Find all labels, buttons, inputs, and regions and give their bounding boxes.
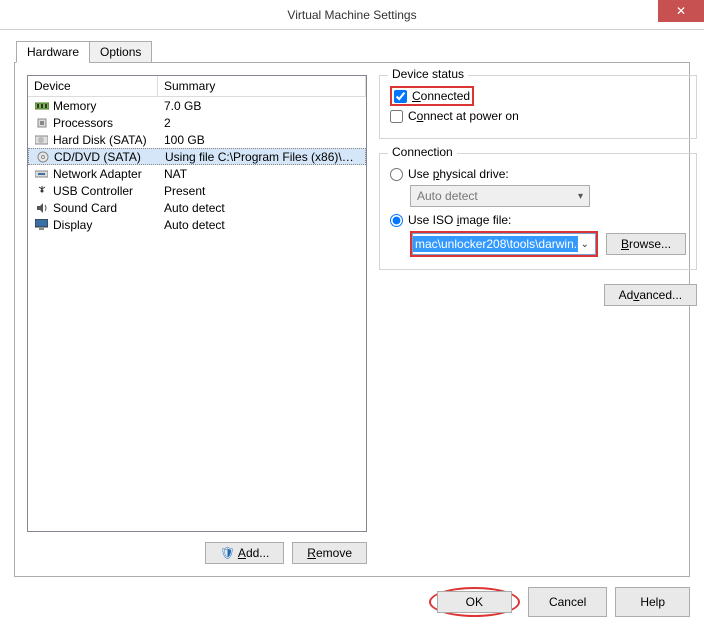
- device-status-title: Device status: [388, 67, 468, 81]
- chevron-down-icon[interactable]: ⌄: [578, 239, 592, 250]
- help-label: Help: [640, 595, 665, 609]
- device-name: CD/DVD (SATA): [54, 150, 141, 164]
- device-row-snd[interactable]: Sound CardAuto detect: [28, 199, 366, 216]
- device-name: Processors: [53, 116, 113, 130]
- iso-radio[interactable]: [390, 214, 403, 227]
- header-device[interactable]: Device: [28, 76, 158, 96]
- device-name: Display: [53, 218, 92, 232]
- hdd-icon: [34, 134, 49, 146]
- table-header: Device Summary: [28, 76, 366, 97]
- iso-input[interactable]: mac\unlocker208\tools\darwin.iso ⌄: [412, 233, 596, 255]
- cpu-icon: [34, 117, 49, 129]
- browse-button[interactable]: Browse...: [606, 233, 686, 255]
- left-column: Device Summary Memory7.0 GBProcessors2Ha…: [27, 75, 367, 564]
- physical-combo-value: Auto detect: [417, 189, 478, 203]
- right-column: Device status Connected Connect at power…: [379, 75, 697, 564]
- connect-power-checkbox[interactable]: [390, 110, 403, 123]
- iso-label: Use ISO image file:: [408, 213, 511, 227]
- tab-hardware[interactable]: Hardware: [16, 41, 90, 63]
- cd-icon: [35, 151, 50, 163]
- connected-checkbox[interactable]: [394, 90, 407, 103]
- iso-highlight: mac\unlocker208\tools\darwin.iso ⌄: [410, 231, 598, 257]
- titlebar: Virtual Machine Settings ✕: [0, 0, 704, 30]
- device-row-hdd[interactable]: Hard Disk (SATA)100 GB: [28, 131, 366, 148]
- connected-label: Connected: [412, 89, 470, 103]
- device-row-disp[interactable]: Display Auto detect: [28, 216, 366, 233]
- device-row-mem[interactable]: Memory7.0 GB: [28, 97, 366, 114]
- tab-options-label: Options: [100, 45, 141, 59]
- device-buttons: 🛡 Add... Remove: [27, 542, 367, 564]
- connect-power-label: Connect at power on: [408, 109, 519, 123]
- disp-icon: [34, 219, 49, 231]
- advanced-row: Advanced...: [379, 284, 697, 306]
- device-table: Device Summary Memory7.0 GBProcessors2Ha…: [27, 75, 367, 532]
- ok-button[interactable]: OK: [437, 591, 512, 613]
- cancel-button[interactable]: Cancel: [528, 587, 607, 617]
- connected-highlight: Connected: [390, 86, 474, 106]
- header-summary[interactable]: Summary: [158, 76, 366, 96]
- physical-combo: Auto detect ▾: [410, 185, 590, 207]
- device-row-cpu[interactable]: Processors2: [28, 114, 366, 131]
- close-button[interactable]: ✕: [658, 0, 704, 22]
- device-name: USB Controller: [53, 184, 133, 198]
- add-button[interactable]: 🛡 Add...: [205, 542, 284, 564]
- help-button[interactable]: Help: [615, 587, 690, 617]
- iso-row: mac\unlocker208\tools\darwin.iso ⌄ Brows…: [410, 231, 686, 257]
- device-name: Memory: [53, 99, 96, 113]
- cancel-label: Cancel: [549, 595, 586, 609]
- device-name: Hard Disk (SATA): [53, 133, 147, 147]
- ok-label: OK: [466, 595, 483, 609]
- ok-highlight: OK: [429, 587, 520, 617]
- device-name: Sound Card: [53, 201, 117, 215]
- add-label: Add...: [238, 546, 269, 560]
- device-row-usb[interactable]: USB ControllerPresent: [28, 182, 366, 199]
- device-row-cd[interactable]: CD/DVD (SATA)Using file C:\Program Files…: [28, 148, 366, 165]
- tab-options[interactable]: Options: [89, 41, 152, 63]
- dialog-buttons: OK Cancel Help: [14, 587, 690, 617]
- mem-icon: [34, 100, 49, 112]
- tab-hardware-label: Hardware: [27, 45, 79, 59]
- tab-panel: Device Summary Memory7.0 GBProcessors2Ha…: [14, 62, 690, 577]
- physical-radio[interactable]: [390, 168, 403, 181]
- connection-title: Connection: [388, 145, 457, 159]
- device-summary: Auto detect: [158, 215, 366, 235]
- advanced-button[interactable]: Advanced...: [604, 284, 697, 306]
- physical-label: Use physical drive:: [408, 167, 509, 181]
- net-icon: [34, 168, 49, 180]
- dialog-body: Hardware Options Device Summary Memory7.…: [0, 30, 704, 631]
- device-status-group: Device status Connected Connect at power…: [379, 75, 697, 139]
- device-row-net[interactable]: Network AdapterNAT: [28, 165, 366, 182]
- window-title: Virtual Machine Settings: [0, 8, 704, 22]
- connection-group: Connection Use physical drive: Auto dete…: [379, 153, 697, 270]
- close-icon: ✕: [676, 4, 686, 18]
- usb-icon: [34, 185, 49, 197]
- iso-value: mac\unlocker208\tools\darwin.iso: [413, 236, 578, 252]
- device-rows: Memory7.0 GBProcessors2Hard Disk (SATA)1…: [28, 97, 366, 233]
- chevron-down-icon: ▾: [578, 191, 583, 202]
- snd-icon: [34, 202, 49, 214]
- shield-icon: 🛡: [220, 546, 235, 560]
- device-name: Network Adapter: [53, 167, 142, 181]
- remove-button[interactable]: Remove: [292, 542, 367, 564]
- tab-strip: Hardware Options: [16, 41, 690, 63]
